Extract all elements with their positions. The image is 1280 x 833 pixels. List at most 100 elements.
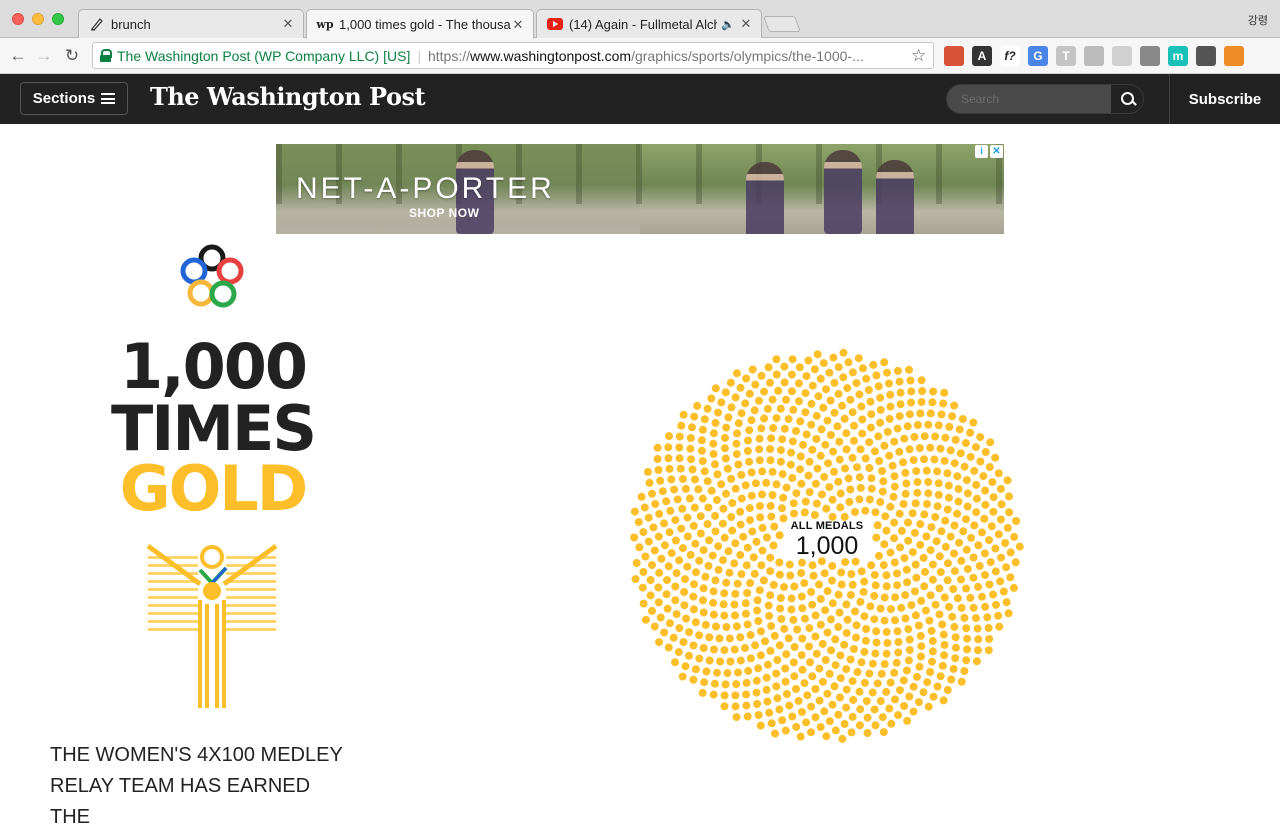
medal-dot[interactable] xyxy=(811,611,820,620)
medal-dot[interactable] xyxy=(700,415,709,424)
medal-dot[interactable] xyxy=(741,481,750,490)
medal-dot[interactable] xyxy=(852,621,861,630)
medal-dot[interactable] xyxy=(974,582,983,591)
medal-dot[interactable] xyxy=(925,616,934,625)
maximize-window-button[interactable] xyxy=(52,13,64,25)
medal-dot[interactable] xyxy=(871,649,880,658)
medal-dot[interactable] xyxy=(843,384,852,393)
medal-dot[interactable] xyxy=(787,605,796,614)
medal-dot[interactable] xyxy=(689,592,698,601)
medal-dot[interactable] xyxy=(719,600,728,609)
medal-dot[interactable] xyxy=(820,472,829,481)
medal-dot[interactable] xyxy=(767,434,776,443)
medal-dot[interactable] xyxy=(886,605,895,614)
medal-dot[interactable] xyxy=(691,475,699,484)
medal-dot[interactable] xyxy=(734,419,743,428)
medal-dot[interactable] xyxy=(955,425,964,434)
medal-dot[interactable] xyxy=(868,659,877,668)
medal-dot[interactable] xyxy=(654,532,663,541)
medal-dot[interactable] xyxy=(1011,558,1020,567)
medal-dot[interactable] xyxy=(986,438,995,447)
medal-dot[interactable] xyxy=(744,666,753,675)
close-window-button[interactable] xyxy=(12,13,24,25)
medal-dot[interactable] xyxy=(985,635,994,643)
medal-dot[interactable] xyxy=(801,408,810,417)
medal-dot[interactable] xyxy=(842,685,851,694)
medal-dot[interactable] xyxy=(773,694,782,703)
medal-dot[interactable] xyxy=(686,550,695,559)
medal-dot[interactable] xyxy=(940,593,949,602)
medal-dot[interactable] xyxy=(831,635,840,644)
medal-dot[interactable] xyxy=(671,516,680,525)
medal-dot[interactable] xyxy=(748,527,757,536)
medal-dot[interactable] xyxy=(760,387,769,396)
medal-dot[interactable] xyxy=(953,594,962,603)
medal-dot[interactable] xyxy=(879,728,888,737)
medal-dot[interactable] xyxy=(923,500,931,508)
medal-dot[interactable] xyxy=(799,440,807,449)
medal-dot[interactable] xyxy=(811,632,820,641)
medal-dot[interactable] xyxy=(921,606,930,615)
medal-dot[interactable] xyxy=(855,721,864,730)
medal-dot[interactable] xyxy=(858,364,867,373)
medal-dot[interactable] xyxy=(695,631,704,640)
medal-dot[interactable] xyxy=(724,413,733,422)
medal-dot[interactable] xyxy=(903,716,912,725)
medal-dot[interactable] xyxy=(665,619,674,628)
medal-dot[interactable] xyxy=(816,451,825,460)
medal-dot[interactable] xyxy=(630,507,639,516)
medal-dot[interactable] xyxy=(721,680,730,689)
medal-dot[interactable] xyxy=(675,443,684,452)
medal-dot[interactable] xyxy=(908,509,917,518)
medal-dot[interactable] xyxy=(841,464,849,473)
medal-dot[interactable] xyxy=(846,485,855,494)
back-button[interactable]: ← xyxy=(8,46,28,66)
medal-dot[interactable] xyxy=(634,518,643,527)
medal-dot[interactable] xyxy=(655,568,664,577)
medal-dot[interactable] xyxy=(746,516,754,525)
medal-dot[interactable] xyxy=(757,424,766,433)
medal-dot[interactable] xyxy=(722,578,731,587)
medal-dot[interactable] xyxy=(869,360,878,369)
medal-dot[interactable] xyxy=(768,395,777,404)
medal-dot[interactable] xyxy=(685,494,694,503)
medal-dot[interactable] xyxy=(928,398,937,407)
medal-dot[interactable] xyxy=(991,453,1000,462)
medal-dot[interactable] xyxy=(870,615,879,624)
medal-dot[interactable] xyxy=(842,629,851,637)
medal-dot[interactable] xyxy=(775,570,784,579)
medal-dot[interactable] xyxy=(766,646,775,655)
medal-dot[interactable] xyxy=(653,455,662,463)
medal-dot[interactable] xyxy=(897,526,906,535)
medal-dot[interactable] xyxy=(991,567,1000,576)
medal-dot[interactable] xyxy=(950,567,959,576)
medal-dot[interactable] xyxy=(780,362,789,371)
medal-dot[interactable] xyxy=(790,509,798,518)
medal-dot[interactable] xyxy=(944,481,953,490)
medal-dot[interactable] xyxy=(838,401,847,410)
medal-dot[interactable] xyxy=(900,702,909,710)
medal-dot[interactable] xyxy=(969,573,978,582)
medal-dot[interactable] xyxy=(853,463,861,472)
profile-name[interactable]: 강령 xyxy=(1248,12,1268,28)
medal-dot[interactable] xyxy=(1002,563,1011,572)
medal-dot[interactable] xyxy=(688,423,696,432)
eyedropper-ext-icon[interactable] xyxy=(1140,46,1160,66)
advertisement-banner[interactable]: NET-A-PORTER SHOP NOW i ✕ xyxy=(276,144,1004,234)
medal-dot[interactable] xyxy=(671,536,680,545)
medal-dot[interactable] xyxy=(756,721,765,730)
medal-dot[interactable] xyxy=(997,553,1006,562)
medal-dot[interactable] xyxy=(792,427,800,435)
medal-dot[interactable] xyxy=(882,649,891,658)
medal-dot[interactable] xyxy=(815,696,824,705)
medal-dot[interactable] xyxy=(906,376,915,385)
medal-dot[interactable] xyxy=(878,713,887,722)
medal-dot[interactable] xyxy=(802,430,811,439)
medal-dot[interactable] xyxy=(663,576,671,585)
medal-dot[interactable] xyxy=(825,717,834,726)
medal-dot[interactable] xyxy=(905,646,914,654)
medal-dot[interactable] xyxy=(920,432,929,441)
medal-dot[interactable] xyxy=(945,422,954,431)
medal-dot[interactable] xyxy=(796,452,805,461)
medal-dot[interactable] xyxy=(987,522,996,531)
